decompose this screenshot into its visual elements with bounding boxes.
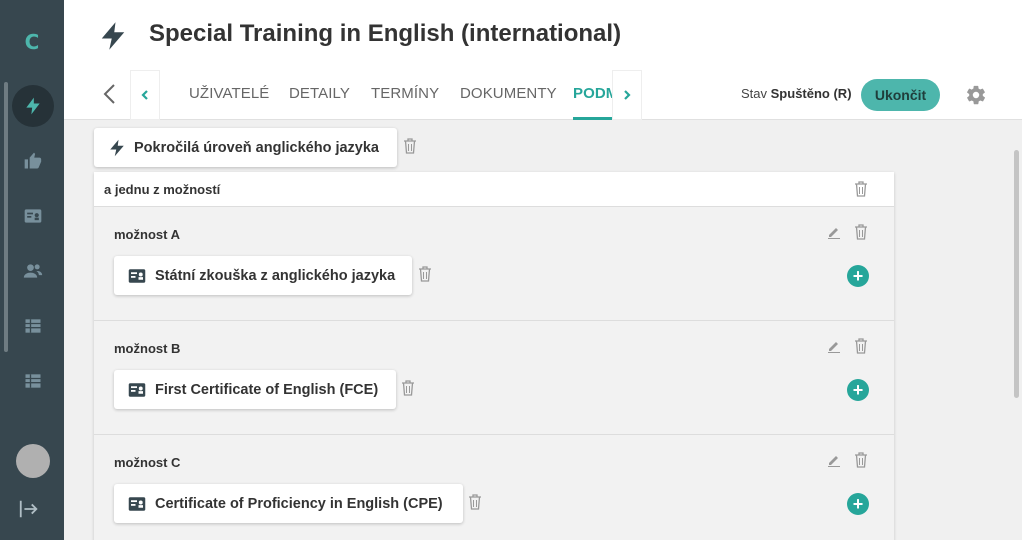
id-card-icon	[128, 496, 146, 511]
plus-icon: +	[852, 380, 864, 400]
content-scrollbar[interactable]	[1014, 150, 1019, 398]
table-icon	[25, 319, 41, 333]
trash-icon[interactable]	[854, 338, 868, 354]
option-a: možnost A Státní zkouška z anglického ja…	[94, 206, 894, 320]
trash-icon[interactable]	[468, 494, 482, 510]
status-text: Stav Spuštěno (R)	[741, 86, 852, 101]
option-item-card[interactable]: First Certificate of English (FCE)	[114, 370, 396, 409]
plus-icon: +	[852, 494, 864, 514]
tabs-scroll-left-button[interactable]	[130, 70, 160, 120]
option-c: možnost C Certificate of Proficiency in …	[94, 434, 894, 540]
pencil-icon[interactable]	[827, 339, 841, 353]
table-icon	[25, 374, 41, 388]
bolt-icon	[110, 139, 124, 156]
trash-icon[interactable]	[418, 266, 432, 282]
option-item-label: First Certificate of English (FCE)	[155, 381, 379, 398]
tab-documents[interactable]: DOKUMENTY	[460, 70, 557, 120]
sidebar-item-users[interactable]	[12, 250, 54, 292]
pencil-icon[interactable]	[827, 225, 841, 239]
users-icon	[23, 264, 43, 278]
sidebar-item-trainings[interactable]	[12, 85, 54, 127]
chevron-left-icon	[141, 90, 148, 100]
bolt-icon	[101, 22, 125, 50]
id-card-icon	[24, 209, 42, 223]
option-b: možnost B First Certificate of English (…	[94, 320, 894, 434]
logout-icon[interactable]	[18, 498, 40, 520]
id-card-icon	[128, 268, 146, 283]
end-button[interactable]: Ukončit	[861, 79, 940, 111]
gear-icon[interactable]	[965, 84, 987, 106]
back-chevron-icon[interactable]	[100, 82, 120, 106]
trash-icon[interactable]	[854, 452, 868, 468]
option-group-panel: a jednu z možností možnost A Státní zkou…	[94, 172, 894, 540]
condition-label: Pokročilá úroveň anglického jazyka	[134, 139, 379, 156]
sidebar-item-table-1[interactable]	[12, 305, 54, 347]
id-card-icon	[128, 382, 146, 397]
tab-dates[interactable]: TERMÍNY	[371, 70, 439, 120]
chevron-right-icon	[624, 90, 631, 100]
top-condition-card[interactable]: Pokročilá úroveň anglického jazyka	[94, 128, 397, 167]
option-item-card[interactable]: Státní zkouška z anglického jazyka	[114, 256, 412, 295]
status-label: Stav	[741, 86, 768, 101]
add-button[interactable]: +	[847, 265, 869, 287]
trash-icon[interactable]	[854, 181, 868, 197]
avatar[interactable]	[16, 444, 50, 478]
add-button[interactable]: +	[847, 493, 869, 515]
tab-users[interactable]: UŽIVATELÉ	[189, 70, 269, 120]
trash-icon[interactable]	[403, 138, 417, 154]
option-title: možnost B	[114, 341, 181, 356]
option-title: možnost C	[114, 455, 181, 470]
group-title: a jednu z možností	[104, 182, 221, 197]
sidebar: C	[0, 0, 64, 540]
sidebar-item-reviews[interactable]	[12, 140, 54, 182]
plus-icon: +	[852, 266, 864, 286]
sidebar-item-certificates[interactable]	[12, 195, 54, 237]
sidebar-item-table-2[interactable]	[12, 360, 54, 402]
option-item-card[interactable]: Certificate of Proficiency in English (C…	[114, 484, 463, 523]
tab-conditions[interactable]: PODM	[573, 70, 613, 120]
bolt-icon	[26, 97, 40, 115]
thumbs-up-icon	[24, 152, 42, 169]
pencil-icon[interactable]	[827, 453, 841, 467]
option-item-label: Státní zkouška z anglického jazyka	[155, 267, 396, 284]
tab-details[interactable]: DETAILY	[289, 70, 350, 120]
add-button[interactable]: +	[847, 379, 869, 401]
trash-icon[interactable]	[401, 380, 415, 396]
app-logo[interactable]: C	[0, 30, 64, 54]
option-title: možnost A	[114, 227, 180, 242]
tab-bar: UŽIVATELÉ DETAILY TERMÍNY DOKUMENTY PODM	[189, 70, 613, 120]
trash-icon[interactable]	[854, 224, 868, 240]
status-value: Spuštěno (R)	[770, 86, 852, 101]
sidebar-scrollbar[interactable]	[4, 82, 8, 352]
tabs-scroll-right-button[interactable]	[612, 70, 642, 120]
option-item-label: Certificate of Proficiency in English (C…	[155, 495, 443, 512]
page-header: Special Training in English (internation…	[64, 0, 1022, 120]
page-title: Special Training in English (internation…	[149, 20, 622, 47]
